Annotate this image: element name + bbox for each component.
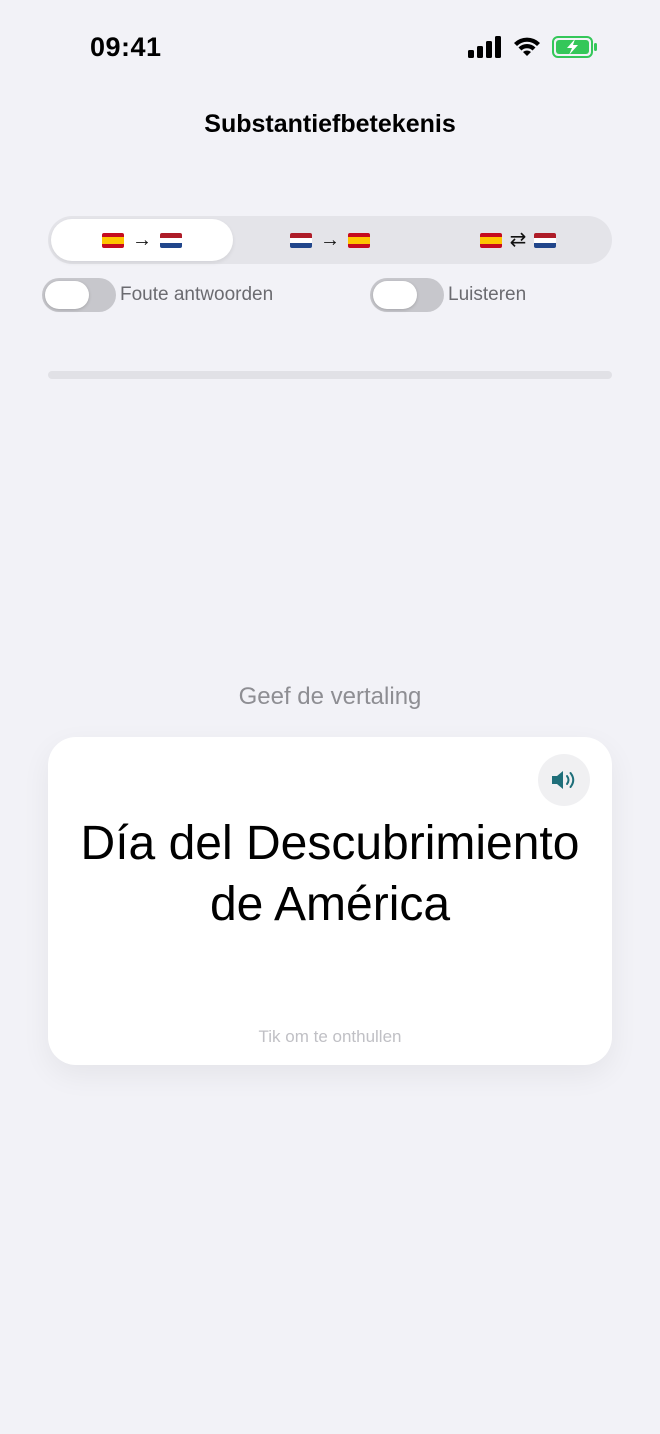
status-time: 09:41	[90, 32, 162, 62]
spain-flag-icon	[102, 232, 124, 248]
battery-charging-icon	[552, 36, 597, 58]
netherlands-flag-icon	[290, 232, 312, 248]
status-icons	[468, 36, 598, 58]
toggle-knob	[373, 281, 417, 309]
spain-flag-icon	[479, 232, 502, 248]
segment-nl-to-es[interactable]: →	[239, 219, 421, 261]
status-bar: 09:41	[0, 0, 660, 96]
page-title: Substantiefbetekenis	[204, 110, 456, 138]
wrong-answers-label: Foute antwoorden	[120, 284, 274, 305]
direction-segmented-control: → → ⇄	[48, 216, 612, 264]
play-audio-button[interactable]	[538, 754, 590, 806]
listening-toggle-row: Luisteren	[370, 278, 526, 312]
netherlands-flag-icon	[534, 232, 557, 248]
toggle-knob	[45, 281, 89, 309]
wrong-answers-toggle-row: Foute antwoorden	[42, 278, 273, 312]
flashcard[interactable]: Día del Descubrimiento de América Tik om…	[48, 737, 612, 1065]
wrong-answers-toggle[interactable]	[42, 278, 116, 312]
arrow-right-icon: →	[320, 229, 340, 251]
segment-both-directions[interactable]: ⇄	[427, 219, 609, 261]
cellular-signal-icon	[468, 36, 501, 58]
wifi-icon	[514, 37, 540, 56]
progress-bar	[48, 371, 612, 379]
listening-label: Luisteren	[448, 284, 527, 305]
spain-flag-icon	[348, 232, 370, 248]
swap-arrows-icon: ⇄	[509, 229, 527, 251]
reveal-hint: Tik om te onthullen	[258, 1027, 402, 1046]
quiz-prompt: Geef de vertaling	[238, 683, 422, 710]
listening-toggle[interactable]	[370, 278, 444, 312]
arrow-right-icon: →	[132, 229, 152, 251]
speaker-icon	[552, 771, 575, 789]
segment-es-to-nl[interactable]: →	[51, 219, 233, 261]
netherlands-flag-icon	[160, 232, 182, 248]
quiz-word: Día del Descubrimiento de América	[80, 817, 580, 931]
